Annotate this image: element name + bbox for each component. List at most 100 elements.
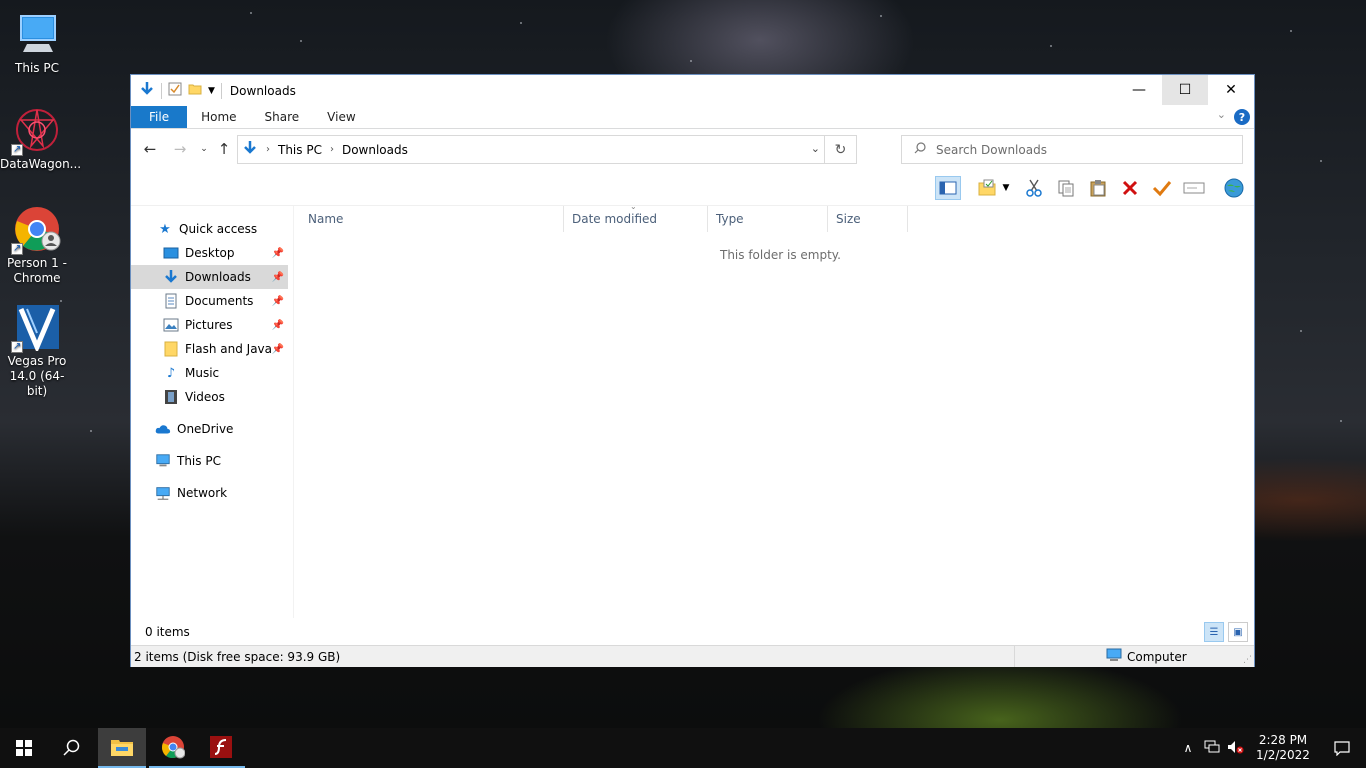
- nav-flash-and-java[interactable]: Flash and Java 📌: [131, 337, 288, 361]
- windows-logo-icon: [16, 740, 32, 756]
- nav-desktop[interactable]: Desktop 📌: [131, 241, 288, 265]
- preview-pane-button[interactable]: [935, 176, 961, 200]
- search-box[interactable]: [901, 135, 1243, 164]
- address-history-dropdown[interactable]: ⌄: [811, 142, 820, 155]
- desktop-folder-icon: [163, 245, 179, 261]
- pin-icon[interactable]: 📌: [272, 248, 284, 259]
- taskbar: ∧ 2:28 PM 1/2/2022: [0, 728, 1366, 768]
- pin-icon[interactable]: 📌: [272, 272, 284, 283]
- nav-pictures[interactable]: Pictures 📌: [131, 313, 288, 337]
- column-header-size[interactable]: Size: [828, 206, 908, 232]
- back-button[interactable]: ←: [139, 140, 161, 158]
- flash-player-icon: [210, 736, 232, 758]
- copy-icon[interactable]: [1053, 176, 1079, 200]
- maximize-button[interactable]: ☐: [1162, 75, 1208, 105]
- nav-quick-access[interactable]: ★ Quick access: [131, 217, 288, 241]
- nav-label: Downloads: [185, 270, 251, 284]
- desktop-icon-chrome[interactable]: Person 1 - Chrome: [0, 205, 74, 286]
- details-view-button[interactable]: ☰: [1204, 622, 1224, 642]
- vegas-pro-icon: [11, 303, 61, 354]
- nav-label: OneDrive: [177, 422, 234, 436]
- forward-button[interactable]: →: [169, 140, 191, 158]
- title-bar[interactable]: ▼ Downloads — ☐ ✕: [131, 75, 1254, 106]
- computer-icon: [13, 10, 61, 58]
- breadcrumb-downloads[interactable]: Downloads: [342, 143, 408, 157]
- taskbar-chrome[interactable]: [149, 728, 197, 768]
- search-button[interactable]: [48, 728, 96, 768]
- dropdown-arrow-icon[interactable]: ▼: [999, 176, 1013, 200]
- folder-icon: [163, 341, 179, 357]
- action-center-icon[interactable]: [1318, 740, 1366, 756]
- file-explorer-icon: [111, 740, 133, 756]
- network-status-icon[interactable]: [1200, 740, 1224, 757]
- start-button[interactable]: [0, 728, 48, 768]
- up-button[interactable]: ↑: [213, 140, 235, 158]
- pin-icon[interactable]: 📌: [272, 344, 284, 355]
- nav-network[interactable]: Network: [131, 481, 288, 505]
- close-button[interactable]: ✕: [1208, 75, 1254, 105]
- minimize-button[interactable]: —: [1116, 75, 1162, 105]
- download-arrow-icon[interactable]: [139, 81, 155, 100]
- tab-share[interactable]: Share: [251, 106, 314, 128]
- recent-locations-button[interactable]: ⌄: [193, 144, 215, 154]
- computer-icon: [1105, 648, 1123, 665]
- pin-icon[interactable]: 📌: [272, 296, 284, 307]
- breadcrumb-separator[interactable]: ›: [330, 144, 334, 155]
- delete-icon[interactable]: [1117, 176, 1143, 200]
- show-hidden-icons-icon[interactable]: ∧: [1176, 741, 1200, 755]
- desktop-icon-vegas-pro[interactable]: Vegas Pro 14.0 (64-bit): [0, 303, 74, 399]
- network-globe-icon[interactable]: [1221, 176, 1247, 200]
- breadcrumb-this-pc[interactable]: This PC: [278, 143, 322, 157]
- item-count-bar: 0 items ☰ ▣: [131, 619, 1254, 645]
- column-header-type[interactable]: Type: [708, 206, 828, 232]
- tab-home[interactable]: Home: [187, 106, 250, 128]
- cut-icon[interactable]: [1021, 176, 1047, 200]
- file-list[interactable]: Name Date modified ⌄ Type Size This fold…: [294, 202, 1254, 618]
- column-header-name[interactable]: Name: [300, 206, 564, 232]
- volume-muted-icon[interactable]: [1224, 740, 1248, 757]
- cloud-icon: [155, 421, 171, 437]
- clock-date: 1/2/2022: [1256, 748, 1310, 762]
- refresh-button[interactable]: ↻: [824, 136, 856, 163]
- resize-grip-icon[interactable]: ⋰: [1243, 655, 1252, 665]
- pin-icon[interactable]: 📌: [272, 320, 284, 331]
- nav-this-pc[interactable]: This PC: [131, 449, 288, 473]
- system-tray: ∧ 2:28 PM 1/2/2022: [1176, 728, 1366, 768]
- desktop-icon-datawagon[interactable]: DataWagon...: [0, 106, 82, 172]
- desktop-icon-label: DataWagon...: [0, 157, 82, 171]
- rename-icon[interactable]: [1181, 176, 1207, 200]
- search-input[interactable]: [936, 142, 1216, 157]
- checkmark-icon[interactable]: [1149, 176, 1175, 200]
- taskbar-file-explorer[interactable]: [98, 728, 146, 768]
- nav-videos[interactable]: Videos: [131, 385, 288, 409]
- address-bar[interactable]: › This PC › Downloads ⌄ ↻: [237, 135, 857, 164]
- nav-downloads[interactable]: Downloads 📌: [131, 265, 288, 289]
- large-icons-view-button[interactable]: ▣: [1228, 622, 1248, 642]
- new-folder-icon[interactable]: [188, 82, 202, 99]
- customize-qat-icon[interactable]: ▼: [208, 86, 215, 96]
- column-header-date-modified[interactable]: Date modified ⌄: [564, 202, 708, 232]
- tab-file[interactable]: File: [131, 106, 188, 128]
- disk-space-status: 2 items (Disk free space: 93.9 GB): [134, 649, 341, 664]
- clock[interactable]: 2:28 PM 1/2/2022: [1248, 733, 1318, 763]
- chrome-icon: [11, 205, 61, 256]
- taskbar-flash[interactable]: [197, 728, 245, 768]
- folder-options-icon[interactable]: [975, 176, 1001, 200]
- explorer-window: ▼ Downloads — ☐ ✕ File Home Share View ⌄…: [130, 74, 1255, 667]
- nav-label: Documents: [185, 294, 254, 308]
- nav-label: Network: [177, 486, 228, 500]
- network-icon: [155, 485, 171, 501]
- properties-icon[interactable]: [168, 82, 182, 99]
- divider: [220, 82, 222, 99]
- nav-music[interactable]: ♪ Music: [131, 361, 288, 385]
- breadcrumb-separator[interactable]: ›: [266, 144, 270, 155]
- status-bar: 2 items (Disk free space: 93.9 GB) Compu…: [131, 645, 1254, 667]
- nav-label: Music: [185, 366, 220, 380]
- expand-ribbon-icon[interactable]: ⌄: [1217, 108, 1226, 121]
- nav-documents[interactable]: Documents 📌: [131, 289, 288, 313]
- desktop-icon-this-pc[interactable]: This PC: [0, 10, 74, 76]
- tab-view[interactable]: View: [313, 106, 369, 128]
- help-icon[interactable]: ?: [1234, 109, 1250, 125]
- nav-onedrive[interactable]: OneDrive: [131, 417, 288, 441]
- paste-icon[interactable]: [1085, 176, 1111, 200]
